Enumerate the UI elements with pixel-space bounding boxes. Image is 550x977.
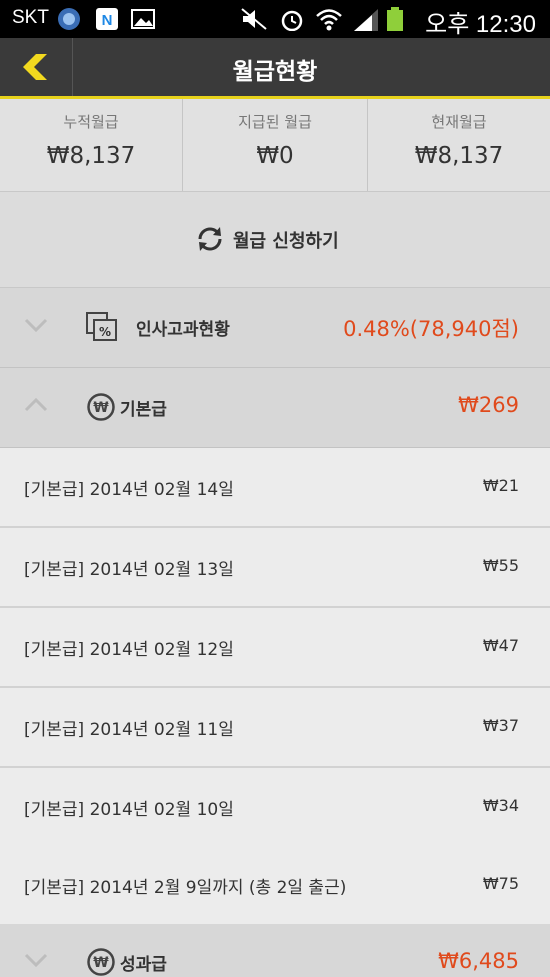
chevron-up-icon [24, 397, 48, 412]
item-value: ₩34 [482, 796, 519, 815]
evaluation-percent-icon: % [86, 312, 117, 341]
section-value: ₩6,485 [438, 949, 519, 973]
request-salary-button[interactable]: 월급 신청하기 [0, 192, 550, 288]
item-label: [기본급] 2014년 2월 9일까지 (총 2일 출근) [24, 878, 347, 898]
svg-text:N: N [102, 12, 113, 29]
salary-summary: 누적월급 ₩8,137 지급된 월급 ₩0 현재월급 ₩8,137 [0, 99, 550, 192]
carrier-label: SKT [12, 7, 49, 28]
list-item[interactable]: [기본급] 2014년 02월 10일 ₩34 [0, 768, 550, 848]
alarm-icon [281, 10, 303, 31]
svg-text:₩: ₩ [93, 400, 109, 416]
signal-icon [354, 9, 378, 31]
wifi-icon [316, 9, 342, 31]
list-item[interactable]: [기본급] 2014년 02월 11일 ₩37 [0, 688, 550, 768]
summary-value: ₩8,137 [414, 143, 504, 169]
list-item[interactable]: [기본급] 2014년 02월 13일 ₩55 [0, 528, 550, 608]
refresh-icon [198, 227, 222, 251]
summary-label: 누적월급 [63, 113, 119, 131]
item-label: [기본급] 2014년 02월 10일 [24, 800, 234, 820]
section-performance[interactable]: ₩ 성과급 ₩6,485 [0, 924, 550, 977]
item-value: ₩75 [482, 874, 519, 893]
section-evaluation[interactable]: % 인사고과현황 0.48%(78,940점) [0, 288, 550, 368]
item-label: [기본급] 2014년 02월 12일 [24, 640, 234, 660]
naver-icon: N [96, 8, 118, 30]
battery-icon [387, 7, 403, 31]
summary-label: 지급된 월급 [238, 113, 312, 131]
item-value: ₩37 [482, 716, 519, 735]
chevron-down-icon [24, 318, 48, 333]
notification-app-icon [58, 8, 80, 30]
chevron-down-icon [24, 953, 48, 968]
list-item[interactable]: [기본급] 2014년 2월 9일까지 (총 2일 출근) ₩75 [0, 846, 550, 926]
paid-salary: 지급된 월급 ₩0 [183, 99, 367, 191]
item-value: ₩21 [482, 476, 519, 495]
section-base-pay[interactable]: ₩ 기본급 ₩269 [0, 368, 550, 448]
item-label: [기본급] 2014년 02월 13일 [24, 560, 234, 580]
request-salary-label: 월급 신청하기 [233, 231, 339, 252]
section-label: 인사고과현황 [136, 320, 230, 340]
item-label: [기본급] 2014년 02월 11일 [24, 720, 234, 740]
svg-text:%: % [99, 325, 111, 339]
section-value: 0.48%(78,940점) [343, 317, 519, 341]
gallery-icon [131, 9, 155, 29]
mute-icon [241, 8, 267, 30]
svg-text:₩: ₩ [93, 955, 109, 971]
section-label: 성과급 [120, 955, 167, 975]
list-item[interactable]: [기본급] 2014년 02월 14일 ₩21 [0, 448, 550, 528]
current-salary: 현재월급 ₩8,137 [368, 99, 550, 191]
summary-value: ₩8,137 [46, 143, 136, 169]
page-title: 월급현황 [232, 59, 318, 85]
section-label: 기본급 [120, 400, 167, 420]
summary-value: ₩0 [256, 143, 294, 169]
section-value: ₩269 [458, 393, 519, 417]
item-value: ₩47 [482, 636, 519, 655]
status-bar: SKT N 오후 12:30 [0, 0, 550, 38]
item-label: [기본급] 2014년 02월 14일 [24, 480, 234, 500]
clock: 오후 12:30 [425, 11, 536, 38]
app-bar: 월급현황 [0, 38, 550, 99]
list-item[interactable]: [기본급] 2014년 02월 12일 ₩47 [0, 608, 550, 688]
item-value: ₩55 [482, 556, 519, 575]
summary-label: 현재월급 [431, 113, 487, 131]
won-icon: ₩ [87, 393, 115, 421]
accumulated-salary: 누적월급 ₩8,137 [0, 99, 182, 191]
won-icon: ₩ [87, 948, 115, 976]
